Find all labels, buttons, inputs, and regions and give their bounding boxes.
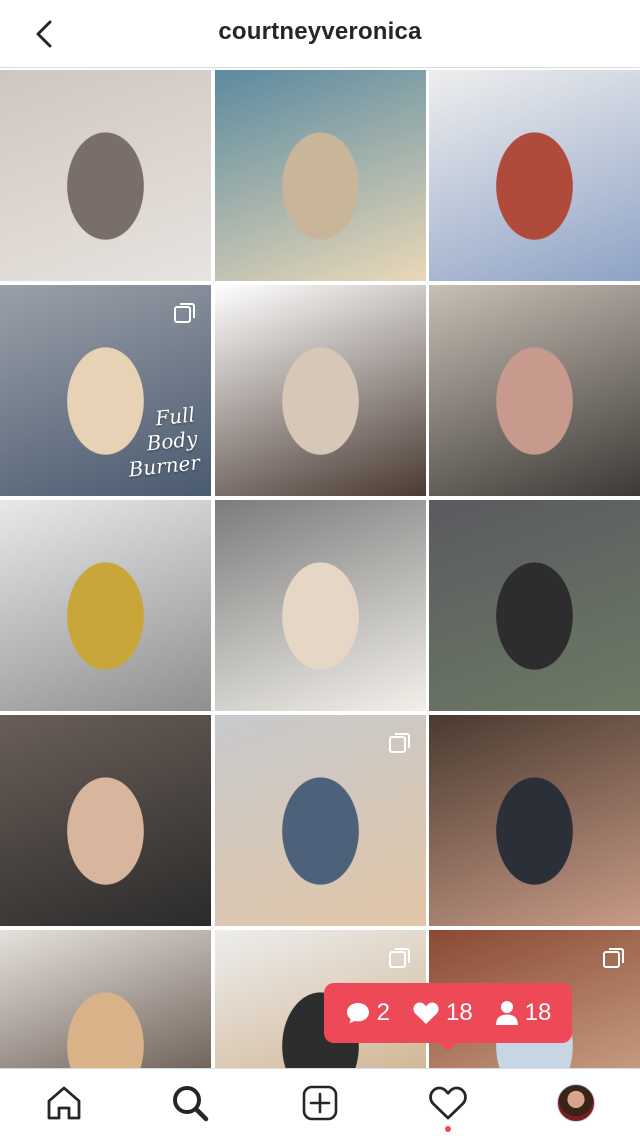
- post-thumbnail[interactable]: [429, 715, 640, 926]
- post-image: [429, 500, 640, 711]
- activity-indicator-dot: [445, 1126, 451, 1132]
- posts-grid: Full Body Burner: [0, 70, 640, 1068]
- tab-home[interactable]: [44, 1083, 84, 1123]
- heart-icon: [429, 1086, 467, 1120]
- post-thumbnail[interactable]: [214, 715, 426, 926]
- profile-username: courtneyveronica: [218, 18, 422, 45]
- search-icon: [173, 1086, 209, 1122]
- post-image: [0, 930, 211, 1068]
- carousel-icon: [603, 948, 624, 968]
- follows-count-item: 18: [495, 999, 552, 1027]
- post-image: [0, 70, 211, 281]
- post-image: [429, 715, 640, 926]
- post-thumbnail[interactable]: Full Body Burner: [0, 285, 211, 496]
- post-image: [429, 285, 640, 496]
- carousel-icon: [388, 948, 410, 968]
- bottom-tab-bar: [0, 1068, 640, 1138]
- post-image: [214, 70, 426, 281]
- notification-pointer: [437, 1040, 459, 1051]
- post-image: [214, 285, 426, 496]
- activity-notification[interactable]: 2 18 18: [324, 983, 572, 1043]
- post-thumbnail[interactable]: [429, 285, 640, 496]
- post-thumbnail[interactable]: [429, 70, 640, 281]
- post-image: [0, 715, 211, 926]
- post-thumbnail[interactable]: [214, 500, 426, 711]
- carousel-icon: [388, 733, 410, 753]
- tab-profile[interactable]: [556, 1083, 596, 1123]
- heart-filled-icon: [413, 1002, 439, 1024]
- likes-count-item: 18: [412, 999, 473, 1027]
- post-thumbnail[interactable]: [0, 70, 211, 281]
- home-icon: [47, 1086, 81, 1120]
- profile-avatar: [557, 1084, 595, 1122]
- post-thumbnail[interactable]: [214, 285, 426, 496]
- comments-count-item: 2: [345, 999, 390, 1027]
- tab-search[interactable]: [170, 1083, 210, 1123]
- follows-count: 18: [524, 999, 552, 1026]
- comments-count: 2: [376, 999, 390, 1026]
- likes-count: 18: [445, 999, 473, 1026]
- post-thumbnail[interactable]: [429, 500, 640, 711]
- post-image: [0, 500, 211, 711]
- carousel-icon: [174, 303, 195, 323]
- post-image: [214, 500, 426, 711]
- post-thumbnail[interactable]: [0, 930, 211, 1068]
- post-thumbnail[interactable]: [214, 70, 426, 281]
- post-thumbnail[interactable]: [0, 500, 211, 711]
- post-overlay-text: Full Body Burner: [127, 402, 201, 482]
- comment-bubble-icon: [346, 1003, 369, 1024]
- add-post-icon: [302, 1085, 338, 1121]
- top-bar: courtneyveronica: [0, 0, 640, 68]
- person-icon: [495, 1001, 518, 1025]
- tab-activity[interactable]: [428, 1083, 468, 1123]
- post-thumbnail[interactable]: [0, 715, 211, 926]
- post-image: [429, 70, 640, 281]
- tab-new-post[interactable]: [300, 1083, 340, 1123]
